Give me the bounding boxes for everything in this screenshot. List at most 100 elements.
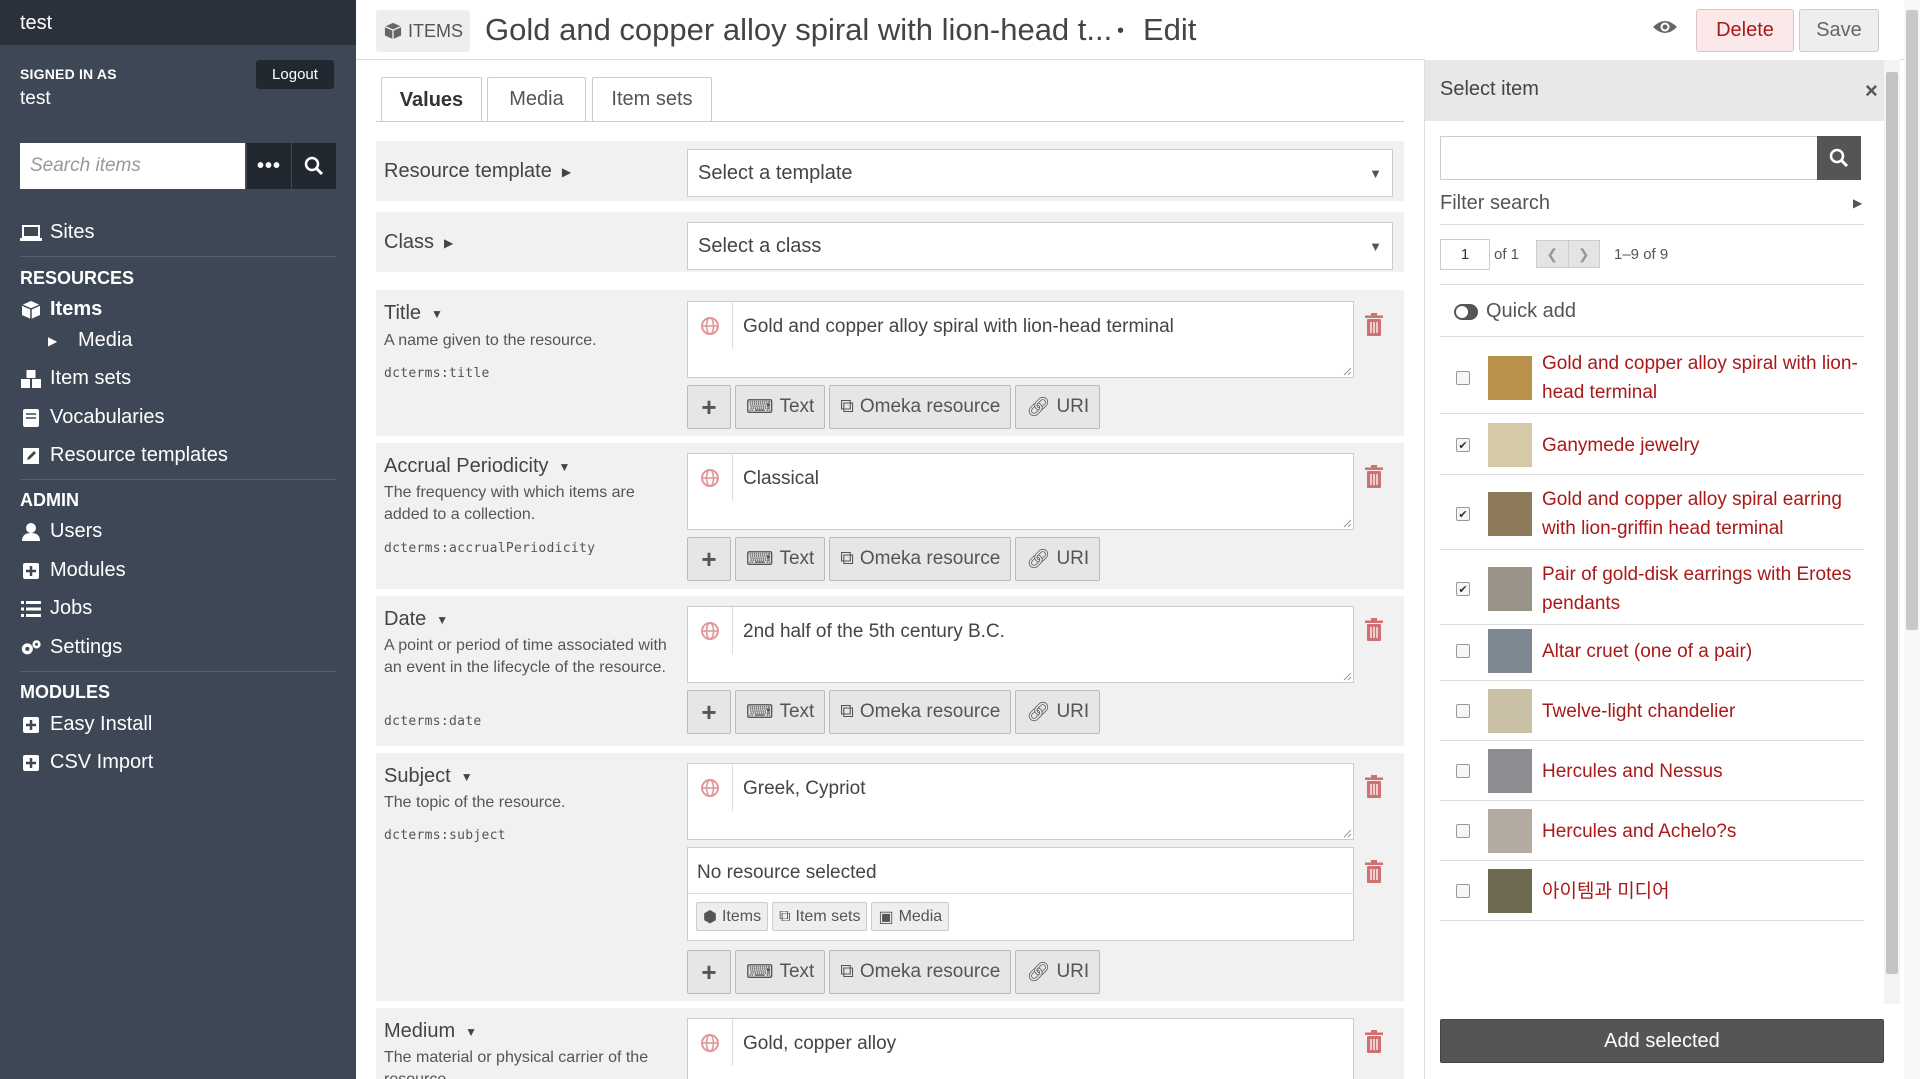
item-title-link[interactable]: Gold and copper alloy spiral earring wit… — [1542, 485, 1862, 543]
add-uri-button[interactable]: 🔗︎ URI — [1015, 690, 1101, 734]
add-value-button[interactable]: + — [687, 385, 731, 429]
selectable-item[interactable]: 아이템과 미디어 — [1440, 864, 1864, 918]
filter-search-toggle[interactable]: Filter search — [1440, 192, 1550, 215]
class-select[interactable]: Select a class ▼ — [687, 222, 1393, 270]
value-textarea[interactable]: 2nd half of the 5th century B.C. — [687, 606, 1354, 683]
item-checkbox[interactable] — [1456, 824, 1470, 838]
add-uri-button[interactable]: 🔗︎ URI — [1015, 537, 1101, 581]
next-page-button[interactable]: ❯ — [1569, 241, 1600, 267]
selectable-item[interactable]: Hercules and Nessus — [1440, 744, 1864, 798]
sidebar-item-media[interactable]: ▶ Media — [48, 329, 132, 352]
item-title-link[interactable]: Altar cruet (one of a pair) — [1542, 637, 1862, 666]
selectable-item[interactable]: Hercules and Achelo?s — [1440, 804, 1864, 858]
trash-icon[interactable] — [1364, 860, 1384, 884]
page-scrollbar-thumb[interactable] — [1906, 10, 1918, 630]
tab-values[interactable]: Values — [381, 77, 482, 122]
close-icon[interactable]: × — [1865, 78, 1878, 104]
add-omeka-resource-button[interactable]: ⧉ Omeka resource — [829, 690, 1012, 734]
item-checkbox[interactable] — [1456, 644, 1470, 658]
item-checkbox[interactable] — [1456, 884, 1470, 898]
tab-item-sets[interactable]: Item sets — [592, 77, 712, 121]
selectable-item[interactable]: Twelve-light chandelier — [1440, 684, 1864, 738]
add-omeka-resource-button[interactable]: ⧉ Omeka resource — [829, 385, 1012, 429]
tab-media[interactable]: Media — [487, 77, 586, 121]
item-checkbox[interactable] — [1456, 764, 1470, 778]
trash-icon[interactable] — [1364, 775, 1384, 799]
selectable-item[interactable]: ✔ Ganymede jewelry — [1440, 418, 1864, 472]
save-button[interactable]: Save — [1799, 9, 1879, 52]
item-checkbox[interactable] — [1456, 704, 1470, 718]
sidebar-item-sites[interactable]: Sites — [20, 221, 94, 244]
advanced-search-button[interactable]: ••• — [247, 143, 291, 189]
sidebar-item-resource-templates[interactable]: Resource templates — [20, 444, 228, 467]
value-textarea[interactable]: Gold and copper alloy spiral with lion-h… — [687, 301, 1354, 378]
trash-icon[interactable] — [1364, 465, 1384, 489]
item-title-link[interactable]: 아이템과 미디어 — [1542, 877, 1862, 906]
resource-template-select[interactable]: Select a template ▼ — [687, 149, 1393, 197]
add-text-button[interactable]: ⌨ Text — [735, 537, 826, 581]
sidebar-item-vocabularies[interactable]: Vocabularies — [20, 406, 165, 429]
add-uri-button[interactable]: 🔗︎ URI — [1015, 385, 1101, 429]
panel-search-input[interactable] — [1440, 136, 1818, 180]
panel-search-button[interactable] — [1817, 136, 1861, 180]
item-title-link[interactable]: Hercules and Nessus — [1542, 757, 1862, 786]
add-selected-button[interactable]: Add selected — [1440, 1019, 1884, 1063]
add-value-button[interactable]: + — [687, 537, 731, 581]
language-button[interactable] — [688, 607, 733, 654]
value-textarea[interactable]: Gold, copper alloy — [687, 1018, 1354, 1079]
add-text-button[interactable]: ⌨ Text — [735, 690, 826, 734]
item-checkbox[interactable]: ✔ — [1456, 582, 1470, 596]
property-label[interactable]: Subject ▼ — [384, 765, 473, 788]
add-text-button[interactable]: ⌨ Text — [735, 950, 826, 994]
property-label[interactable]: Medium ▼ — [384, 1020, 477, 1043]
trash-icon[interactable] — [1364, 618, 1384, 642]
trash-icon[interactable] — [1364, 313, 1384, 337]
add-value-button[interactable]: + — [687, 690, 731, 734]
resource-template-label[interactable]: Resource template ▶ — [384, 160, 571, 183]
value-textarea[interactable]: Classical — [687, 453, 1354, 530]
caret-right-icon[interactable]: ▶ — [1853, 196, 1862, 210]
delete-button[interactable]: Delete — [1696, 9, 1794, 52]
language-button[interactable] — [688, 302, 733, 349]
selectable-item[interactable]: Altar cruet (one of a pair) — [1440, 624, 1864, 678]
item-checkbox[interactable]: ✔ — [1456, 438, 1470, 452]
sidebar-item-users[interactable]: Users — [20, 520, 102, 543]
select-item-sets-button[interactable]: ⧉ Item sets — [772, 902, 868, 931]
property-label[interactable]: Date ▼ — [384, 608, 448, 631]
panel-scrollbar-thumb[interactable] — [1886, 72, 1898, 974]
select-media-button[interactable]: ▣ Media — [871, 902, 950, 931]
property-label[interactable]: Accrual Periodicity ▼ — [384, 455, 570, 478]
page-input[interactable]: 1 — [1440, 239, 1490, 270]
trash-icon[interactable] — [1364, 1030, 1384, 1054]
quick-add-toggle[interactable]: Quick add — [1454, 300, 1576, 323]
property-label[interactable]: Title ▼ — [384, 302, 443, 325]
sidebar-item-items[interactable]: Items — [20, 298, 102, 321]
add-omeka-resource-button[interactable]: ⧉ Omeka resource — [829, 537, 1012, 581]
add-value-button[interactable]: + — [687, 950, 731, 994]
site-brand[interactable]: test — [0, 0, 356, 45]
item-title-link[interactable]: Hercules and Achelo?s — [1542, 817, 1862, 846]
sidebar-search-button[interactable] — [292, 143, 336, 189]
item-title-link[interactable]: Gold and copper alloy spiral with lion-h… — [1542, 349, 1862, 407]
sidebar-item-jobs[interactable]: Jobs — [20, 597, 92, 620]
item-checkbox[interactable] — [1456, 371, 1470, 385]
language-button[interactable] — [688, 764, 733, 811]
selectable-item[interactable]: ✔ Gold and copper alloy spiral earring wi… — [1440, 481, 1864, 547]
item-title-link[interactable]: Ganymede jewelry — [1542, 431, 1862, 460]
add-uri-button[interactable]: 🔗︎ URI — [1015, 950, 1101, 994]
item-checkbox[interactable]: ✔ — [1456, 507, 1470, 521]
language-button[interactable] — [688, 454, 733, 501]
value-textarea[interactable]: Greek, Cypriot — [687, 763, 1354, 840]
view-public-button[interactable] — [1652, 18, 1678, 36]
select-items-button[interactable]: ⬢ Items — [696, 902, 769, 931]
class-label[interactable]: Class ▶ — [384, 231, 453, 254]
sidebar-search-input[interactable] — [20, 143, 245, 189]
sidebar-item-modules[interactable]: Modules — [20, 559, 126, 582]
language-button[interactable] — [688, 1019, 733, 1066]
sidebar-item-easy-install[interactable]: Easy Install — [20, 713, 152, 736]
add-omeka-resource-button[interactable]: ⧉ Omeka resource — [829, 950, 1012, 994]
previous-page-button[interactable]: ❮ — [1537, 241, 1569, 267]
item-title-link[interactable]: Pair of gold-disk earrings with Erotes p… — [1542, 560, 1862, 618]
add-text-button[interactable]: ⌨ Text — [735, 385, 826, 429]
item-title-link[interactable]: Twelve-light chandelier — [1542, 697, 1862, 726]
